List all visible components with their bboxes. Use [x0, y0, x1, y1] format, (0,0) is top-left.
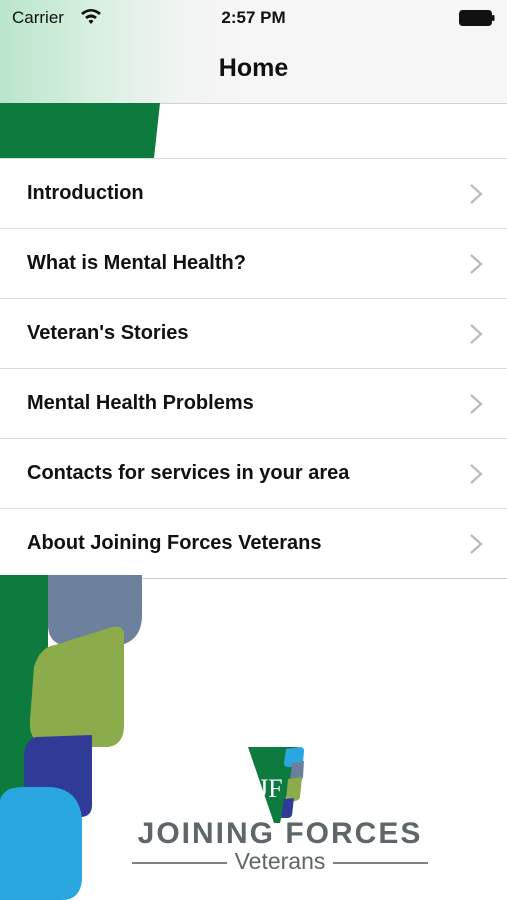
menu-item-label: What is Mental Health?: [27, 252, 246, 274]
logo-divider-right: [333, 862, 428, 864]
menu-item-label: Veteran's Stories: [27, 322, 189, 344]
battery-icon: [459, 10, 495, 26]
status-time: 2:57 PM: [221, 8, 286, 27]
menu-item-label: Mental Health Problems: [27, 392, 254, 414]
chevron-right-icon: [470, 464, 483, 484]
logo-monogram: JF: [258, 774, 283, 803]
menu-item-introduction[interactable]: Introduction: [0, 159, 507, 229]
navigation-bar: Carrier 2:57 PM Home: [0, 0, 507, 104]
menu-item-about-joining-forces[interactable]: About Joining Forces Veterans: [0, 509, 507, 579]
status-bar: Carrier 2:57 PM: [0, 0, 507, 36]
menu-item-label: About Joining Forces Veterans: [27, 532, 322, 554]
chevron-right-icon: [470, 254, 483, 274]
logo-title: JOINING FORCES: [137, 817, 423, 850]
menu-item-what-is-mental-health[interactable]: What is Mental Health?: [0, 229, 507, 299]
header-banner-graphic: [0, 103, 160, 158]
chevron-right-icon: [470, 534, 483, 554]
logo-emblem-icon: JF: [248, 747, 304, 823]
page-title: Home: [218, 54, 289, 82]
menu-item-mental-health-problems[interactable]: Mental Health Problems: [0, 369, 507, 439]
menu-item-label: Contacts for services in your area: [27, 462, 350, 484]
joining-forces-logo: JF JOINING FORCES Veterans: [130, 745, 430, 875]
menu-item-label: Introduction: [27, 182, 144, 204]
chevron-right-icon: [470, 394, 483, 414]
menu-item-contacts-for-services[interactable]: Contacts for services in your area: [0, 439, 507, 509]
chevron-right-icon: [470, 324, 483, 344]
home-menu-list: Introduction What is Mental Health? Vete…: [0, 158, 507, 579]
chevron-right-icon: [470, 184, 483, 204]
menu-item-veterans-stories[interactable]: Veteran's Stories: [0, 299, 507, 369]
